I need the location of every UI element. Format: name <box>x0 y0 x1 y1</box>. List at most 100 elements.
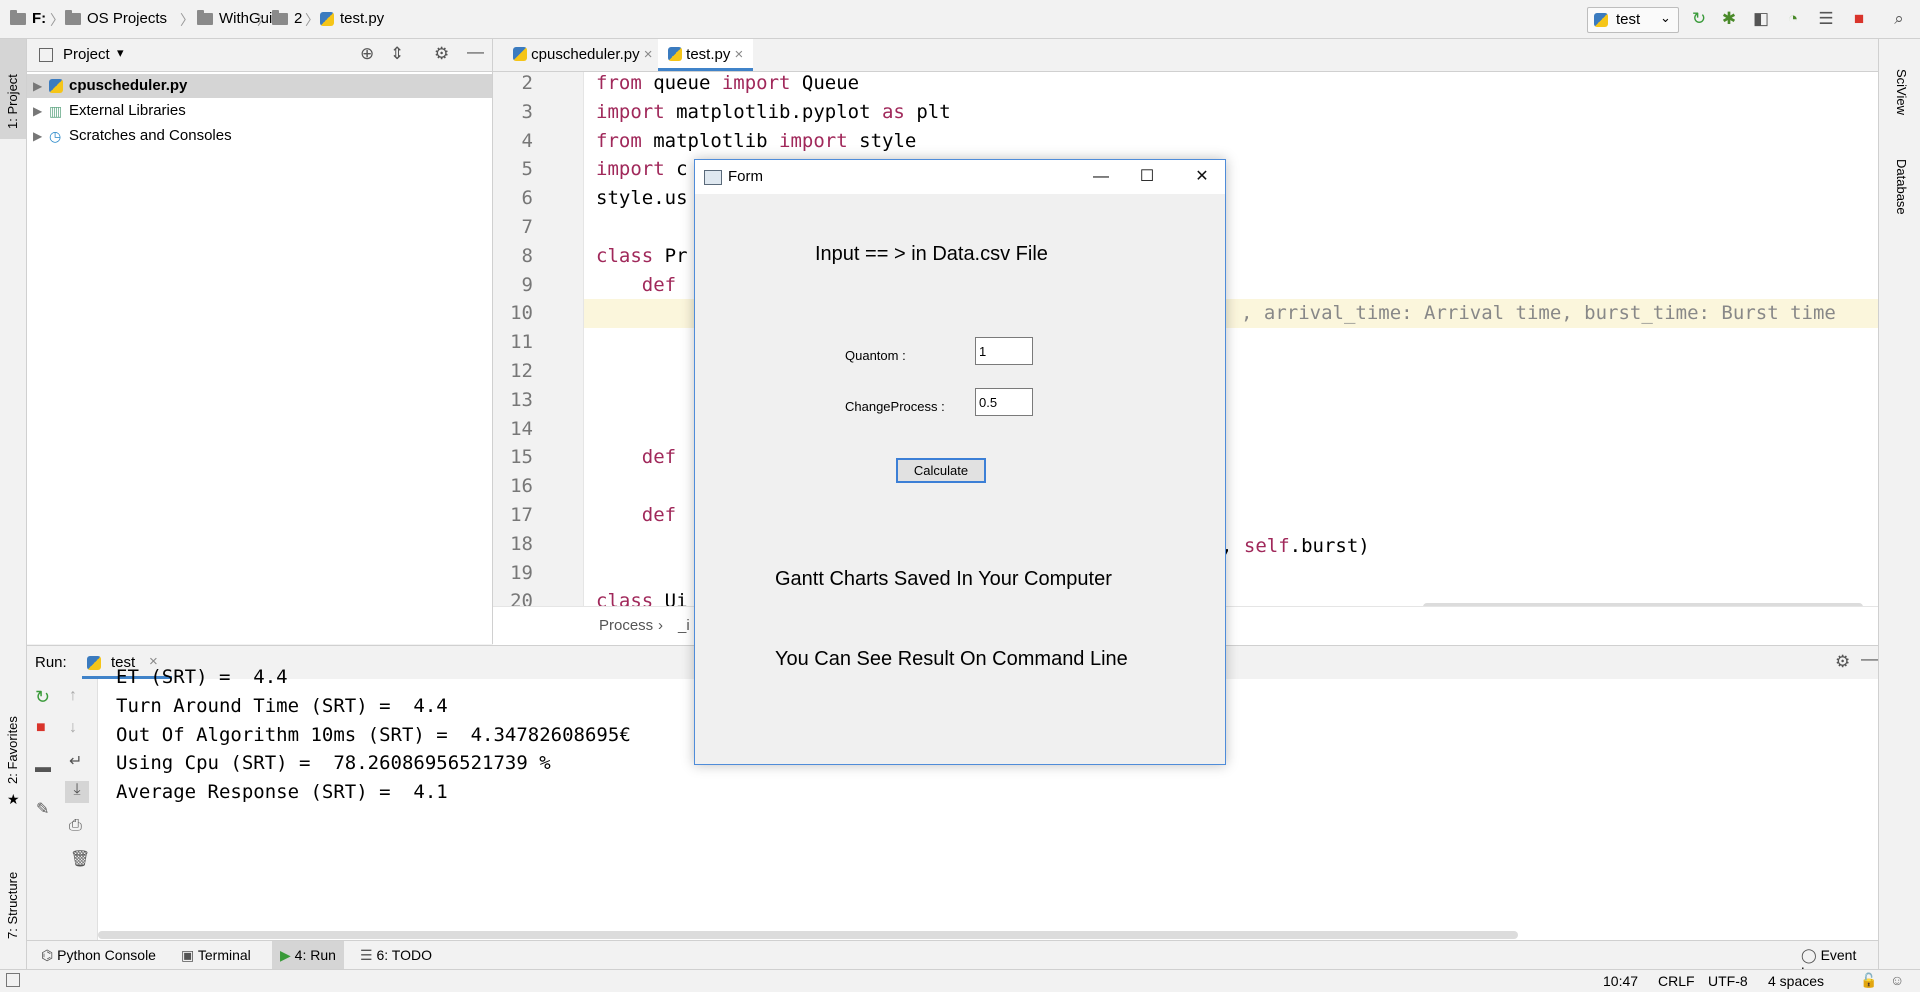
code-line: import c <box>596 158 688 181</box>
python-icon: ⌬ <box>41 947 54 963</box>
status-bar: 10:47 CRLF UTF-8 4 spaces 🔓 ☺ <box>0 969 1920 992</box>
breadcrumb-separator: 〉 <box>257 12 271 28</box>
code-line: from matplotlib import style <box>596 129 917 152</box>
structure-tool-label[interactable]: 7: Structure <box>5 872 20 939</box>
hide-icon[interactable]: — <box>467 42 484 62</box>
print-icon[interactable]: ⎙ <box>69 817 82 835</box>
stop-icon[interactable]: ■ <box>36 719 46 737</box>
folder-icon <box>272 9 288 25</box>
change-process-label: ChangeProcess : <box>845 399 945 414</box>
pin-icon[interactable]: ✎ <box>36 799 49 819</box>
chevron-right-icon[interactable]: ▶ <box>33 74 42 98</box>
chevron-down-icon[interactable]: ▾ <box>117 45 124 61</box>
chevron-right-icon: › <box>658 617 663 634</box>
line-number: 14 <box>510 417 533 440</box>
breadcrumb-label: test.py <box>340 10 385 27</box>
soft-wrap-icon[interactable]: ↵ <box>69 751 82 771</box>
tab-cpuscheduler[interactable]: cpuscheduler.py × <box>503 39 663 71</box>
code-breadcrumb-class[interactable]: Process <box>599 617 653 634</box>
tree-item-label: External Libraries <box>69 102 186 119</box>
calculate-button[interactable]: Calculate <box>896 458 986 483</box>
run-list-icon[interactable]: ☰ <box>1817 10 1835 28</box>
breadcrumb-os-projects[interactable]: OS Projects <box>65 9 168 27</box>
close-icon[interactable]: × <box>644 46 653 63</box>
code-breadcrumb-method[interactable]: _i <box>678 617 690 634</box>
arrow-up-icon[interactable]: ↑ <box>69 687 77 705</box>
line-number: 16 <box>510 475 533 498</box>
quantom-input[interactable]: 1 <box>975 337 1033 365</box>
line-number: 11 <box>510 331 533 354</box>
collapse-icon[interactable]: ⇕ <box>390 44 404 64</box>
line-number: 9 <box>521 273 533 296</box>
caret-position[interactable]: 10:47 <box>1603 973 1638 989</box>
maximize-icon[interactable]: ☐ <box>1124 160 1170 194</box>
navigation-bar: F: 〉 OS Projects 〉 WithGui 〉 2 〉 test.py… <box>0 0 1920 39</box>
project-panel-title[interactable]: Project <box>63 46 110 63</box>
toggle-panels-icon[interactable] <box>6 973 20 987</box>
stop-icon[interactable]: ■ <box>1850 10 1868 28</box>
console-line: Average Response (SRT) = 4.1 <box>116 781 448 803</box>
terminal-button[interactable]: ▣ Terminal <box>181 947 251 964</box>
close-icon[interactable]: ✕ <box>1179 160 1225 194</box>
rerun-icon[interactable]: ↻ <box>1690 10 1708 28</box>
layout-icon[interactable]: ▬ <box>35 759 51 777</box>
breadcrumb-label: OS Projects <box>87 10 168 27</box>
todo-button[interactable]: ☰ 6: TODO <box>360 947 432 964</box>
project-tool-button[interactable]: 1: Project <box>0 39 26 139</box>
breadcrumb-drive[interactable]: F: <box>10 9 46 27</box>
code-line: def <box>641 504 677 526</box>
change-process-input[interactable]: 0.5 <box>975 388 1033 416</box>
python-icon <box>87 656 101 670</box>
breadcrumb-separator: 〉 <box>180 12 194 28</box>
tab-test[interactable]: test.py × <box>658 39 754 71</box>
python-console-button[interactable]: ⌬ Python Console <box>41 947 156 964</box>
profile-icon[interactable]: ◔ <box>1784 10 1802 28</box>
line-number: 15 <box>510 446 533 469</box>
inspector-icon[interactable]: ☺ <box>1890 972 1904 988</box>
chevron-right-icon[interactable]: ▶ <box>33 99 42 123</box>
line-number-gutter: 2 3 4 5 6 7 8 9 10 11 12 13 14 15 16 17 18 19 20 <box>493 72 584 612</box>
debug-icon[interactable]: ✱ <box>1720 10 1738 28</box>
tree-item-label: cpuscheduler.py <box>69 77 188 94</box>
run-configuration-dropdown[interactable]: test ⌄ <box>1587 7 1679 33</box>
locate-icon[interactable]: ⊕ <box>360 44 374 64</box>
breadcrumb-label: 2 <box>294 10 303 27</box>
sciview-tool-label[interactable]: SciView <box>1894 69 1909 115</box>
gear-icon[interactable]: ⚙ <box>1835 652 1850 672</box>
line-separator[interactable]: CRLF <box>1658 973 1695 989</box>
run-tool-button[interactable]: ▶ 4: Run <box>272 941 344 970</box>
lock-icon[interactable]: 🔓 <box>1860 972 1877 989</box>
indent-setting[interactable]: 4 spaces <box>1768 973 1824 989</box>
line-number: 19 <box>510 561 533 584</box>
line-number: 13 <box>510 388 533 411</box>
form-titlebar[interactable]: Form — ☐ ✕ <box>695 160 1225 194</box>
search-icon[interactable]: ⌕ <box>1890 10 1908 28</box>
tree-item-external-libraries[interactable]: ▶ ▥ External Libraries <box>27 99 492 123</box>
code-line: style.us <box>596 187 688 210</box>
arrow-down-icon[interactable]: ↓ <box>69 719 77 737</box>
breadcrumb-file[interactable]: test.py <box>320 10 384 27</box>
form-title: Form <box>728 168 763 185</box>
line-number: 7 <box>521 216 533 238</box>
database-tool-label[interactable]: Database <box>1894 159 1909 215</box>
tab-label: test.py <box>686 46 731 63</box>
console-line: Turn Around Time (SRT) = 4.4 <box>116 695 448 717</box>
tree-item-scratches[interactable]: ▶ ◷ Scratches and Consoles <box>27 124 492 148</box>
scroll-to-end-icon[interactable]: ⤓ <box>65 781 89 803</box>
horizontal-scrollbar[interactable] <box>98 931 1518 939</box>
breadcrumb-2[interactable]: 2 <box>272 9 303 27</box>
close-icon[interactable]: × <box>735 46 744 63</box>
favorites-tool-label[interactable]: 2: Favorites <box>5 716 20 784</box>
coverage-icon[interactable]: ◧ <box>1752 10 1770 28</box>
chevron-right-icon[interactable]: ▶ <box>33 124 42 148</box>
line-number: 4 <box>521 129 533 152</box>
python-file-icon <box>320 11 334 26</box>
tree-item-cpuscheduler[interactable]: ▶ cpuscheduler.py <box>27 74 492 98</box>
trash-icon[interactable]: 🗑 <box>70 849 90 869</box>
code-line-10-params: , arrival_time: Arrival time, burst_time… <box>1241 302 1836 324</box>
rerun-icon[interactable]: ↻ <box>35 687 50 708</box>
gear-icon[interactable]: ⚙ <box>434 44 449 64</box>
hide-icon[interactable]: — <box>1861 649 1878 669</box>
minimize-icon[interactable]: — <box>1078 160 1124 194</box>
file-encoding[interactable]: UTF-8 <box>1708 973 1748 989</box>
